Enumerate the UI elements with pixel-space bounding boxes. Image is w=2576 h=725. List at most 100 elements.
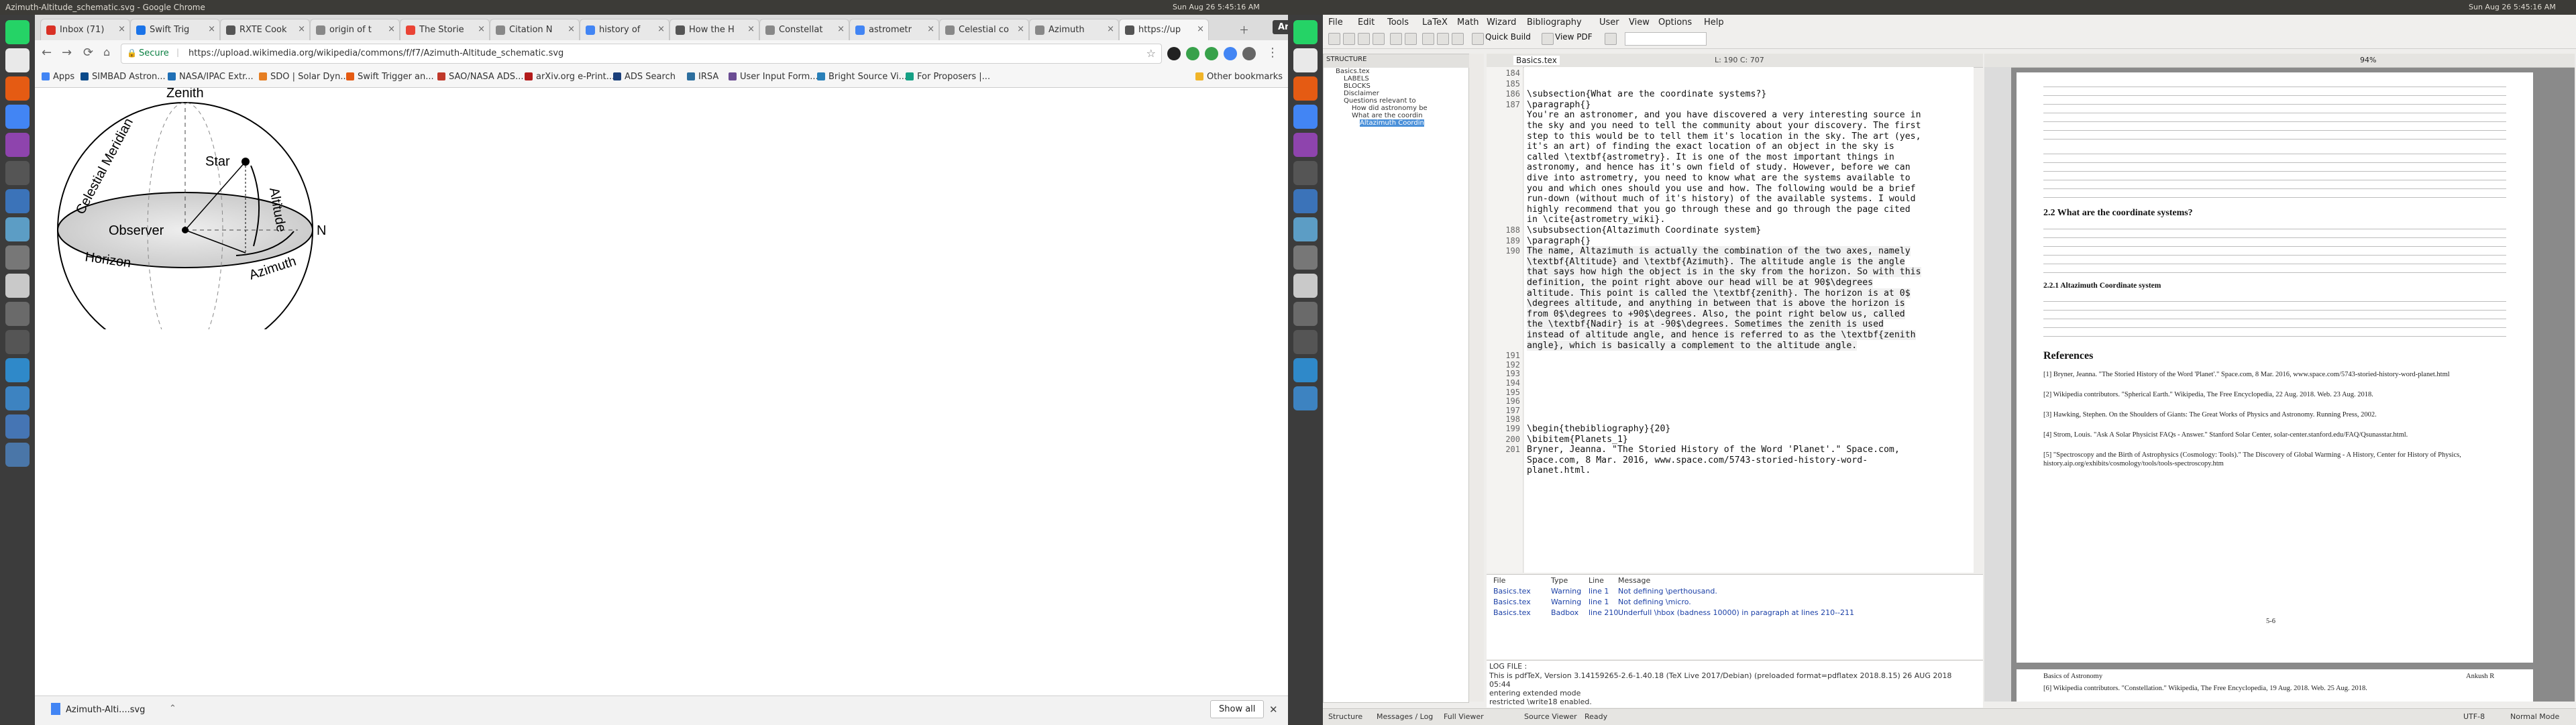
settings-icon[interactable] [1293, 217, 1318, 241]
messages-cell[interactable]: Warning [1551, 598, 1581, 606]
quick-build-icon[interactable] [1472, 33, 1484, 45]
messages-cell[interactable]: Underfull \hbox (badness 10000) in parag… [1618, 608, 1854, 617]
messages-cell[interactable]: Warning [1551, 587, 1581, 596]
extension-icon-1[interactable] [1167, 47, 1181, 60]
messages-cell[interactable]: line 210 [1589, 608, 1618, 617]
close-tab-icon[interactable]: × [208, 24, 215, 34]
chevron-up-icon[interactable]: ⌃ [169, 704, 176, 714]
tool-icon[interactable] [1605, 33, 1617, 45]
app-icon-5[interactable] [1293, 330, 1318, 354]
messages-cell[interactable]: Not defining \micro. [1618, 598, 1691, 606]
structure-item[interactable]: What are the coordin [1352, 112, 1423, 119]
new-tab-button[interactable]: ＋ [1239, 23, 1249, 37]
messages-header[interactable]: Message [1618, 576, 1650, 585]
close-icon[interactable]: ✕ [1269, 704, 1278, 716]
settings-icon[interactable] [5, 217, 30, 241]
menu-help[interactable]: Help [1704, 17, 1724, 27]
other-bookmarks[interactable]: Other bookmarks [1195, 72, 1283, 82]
app-icon-2[interactable] [1293, 245, 1318, 270]
app-icon[interactable] [1293, 133, 1318, 157]
menu-options[interactable]: Options [1658, 17, 1692, 27]
firefox-icon[interactable] [5, 76, 30, 101]
writer-icon[interactable] [5, 189, 30, 213]
structure-item[interactable]: Basics.tex [1336, 68, 1370, 75]
forward-button[interactable]: → [62, 46, 72, 60]
app-icon-7[interactable] [5, 386, 30, 410]
bookmark-star-icon[interactable]: ☆ [1146, 47, 1156, 60]
structure-item[interactable]: How did astronomy be [1352, 105, 1428, 112]
back-button[interactable]: ← [42, 46, 52, 60]
menu-view[interactable]: View [1629, 17, 1650, 27]
browser-tab[interactable]: Constellat × [759, 19, 849, 41]
writer-icon[interactable] [1293, 189, 1318, 213]
browser-tab[interactable]: astrometr × [849, 19, 939, 41]
browser-tab[interactable]: Celestial co × [939, 19, 1029, 41]
status-structure[interactable]: Structure [1328, 712, 1362, 721]
status-source-viewer[interactable]: Source Viewer [1524, 712, 1577, 721]
cut-icon[interactable] [1422, 33, 1434, 45]
undo-icon[interactable] [1390, 33, 1402, 45]
view-pdf-button[interactable]: View PDF [1555, 32, 1593, 44]
close-tab-icon[interactable]: × [568, 24, 575, 34]
open-file-icon[interactable] [1343, 33, 1355, 45]
structure-item[interactable]: LABELS [1344, 75, 1369, 82]
reload-button[interactable]: ⟳ [83, 46, 93, 60]
menu-user[interactable]: User [1599, 17, 1619, 27]
firefox-icon[interactable] [1293, 76, 1318, 101]
app-icon[interactable] [5, 133, 30, 157]
structure-item[interactable]: Disclaimer [1344, 90, 1379, 97]
copy-icon[interactable] [1437, 33, 1449, 45]
status-full-viewer[interactable]: Full Viewer [1444, 712, 1484, 721]
close-tab-icon[interactable]: × [837, 24, 845, 34]
home-button[interactable]: ⌂ [103, 46, 110, 58]
terminal-icon[interactable] [5, 161, 30, 185]
app-icon-6[interactable] [5, 358, 30, 382]
app-icon-2[interactable] [5, 245, 30, 270]
extension-icon-5[interactable] [1242, 47, 1256, 60]
close-tab-icon[interactable]: × [747, 24, 755, 34]
extension-icon-3[interactable] [1205, 47, 1218, 60]
browser-tab[interactable]: Inbox (71) × [40, 19, 130, 41]
messages-cell[interactable]: Basics.tex [1493, 608, 1531, 617]
browser-tab[interactable]: The Storie × [400, 19, 490, 41]
bookmark-item[interactable]: ADS Search [613, 72, 676, 82]
menu-edit[interactable]: Edit [1358, 17, 1375, 27]
new-file-icon[interactable] [1328, 33, 1340, 45]
close-tab-icon[interactable]: × [927, 24, 934, 34]
browser-tab[interactable]: How the H × [669, 19, 759, 41]
editor-tab[interactable]: Basics.tex [1513, 56, 1560, 65]
app-icon-5[interactable] [5, 330, 30, 354]
messages-cell[interactable]: line 1 [1589, 598, 1609, 606]
bookmark-item[interactable]: SIMBAD Astron... [80, 72, 166, 82]
files-icon[interactable] [1293, 48, 1318, 72]
chrome-icon[interactable] [5, 105, 30, 129]
address-bar[interactable]: 🔒 Secure | https://upload.wikimedia.org/… [121, 44, 1162, 64]
close-tab-icon[interactable]: × [118, 24, 125, 34]
toolbar-combo[interactable] [1625, 32, 1707, 46]
zoom-level[interactable]: 94% [2360, 56, 2376, 64]
messages-header[interactable]: Line [1589, 576, 1604, 585]
save-all-icon[interactable] [1373, 33, 1385, 45]
download-filename[interactable]: Azimuth-Alti....svg [66, 705, 145, 715]
messages-cell[interactable]: Basics.tex [1493, 587, 1531, 596]
menu-file[interactable]: File [1328, 17, 1343, 27]
close-tab-icon[interactable]: × [298, 24, 305, 34]
whatsapp-icon[interactable] [1293, 20, 1318, 44]
app-icon-3[interactable] [5, 274, 30, 298]
whatsapp-icon[interactable] [5, 20, 30, 44]
bookmark-item[interactable]: IRSA [687, 72, 718, 82]
browser-tab[interactable]: history of × [580, 19, 669, 41]
bookmark-item[interactable]: SDO | Solar Dyn... [259, 72, 349, 82]
quick-build-button[interactable]: Quick Build [1485, 32, 1531, 44]
close-tab-icon[interactable]: × [1107, 24, 1114, 34]
chrome-icon[interactable] [1293, 105, 1318, 129]
app-icon-3[interactable] [1293, 274, 1318, 298]
bookmark-item[interactable]: SAO/NASA ADS... [437, 72, 523, 82]
extension-icon-4[interactable] [1224, 47, 1237, 60]
close-tab-icon[interactable]: × [1017, 24, 1024, 34]
paste-icon[interactable] [1452, 33, 1464, 45]
bookmark-item[interactable]: For Proposers |... [906, 72, 990, 82]
browser-tab[interactable]: Azimuth × [1029, 19, 1119, 41]
show-all-button[interactable]: Show all [1210, 700, 1265, 718]
close-tab-icon[interactable]: × [1197, 24, 1204, 34]
